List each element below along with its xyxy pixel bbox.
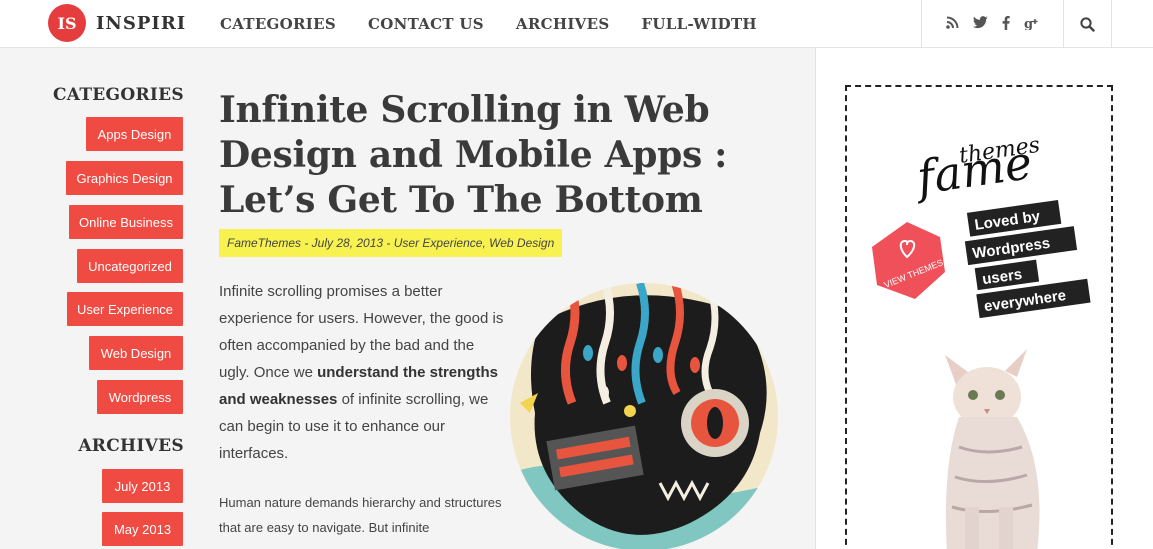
- category-web-design[interactable]: Web Design: [89, 336, 183, 370]
- twitter-icon[interactable]: [972, 16, 988, 32]
- article-illustration: [510, 283, 778, 549]
- category-graphics-design[interactable]: Graphics Design: [66, 161, 183, 195]
- site-logo[interactable]: IS INSPIRI: [48, 4, 186, 42]
- svg-text:g: g: [1024, 17, 1033, 30]
- category-uncategorized[interactable]: Uncategorized: [77, 249, 183, 283]
- archive-july-2013[interactable]: July 2013: [102, 469, 183, 503]
- view-themes-badge[interactable]: VIEW THEMES: [872, 222, 945, 299]
- category-apps-design[interactable]: Apps Design: [86, 117, 183, 151]
- search-icon: [1080, 16, 1095, 32]
- categories-heading: CATEGORIES: [52, 85, 184, 105]
- article-paragraph: Human nature demands hierarchy and struc…: [219, 495, 502, 535]
- article-title[interactable]: Infinite Scrolling in Web Design and Mob…: [219, 88, 779, 223]
- site-header: IS INSPIRI CATEGORIES CONTACT US ARCHIVE…: [0, 0, 1153, 48]
- logo-text: INSPIRI: [96, 12, 187, 34]
- nav-contact-us[interactable]: CONTACT US: [368, 15, 484, 33]
- main-nav: CATEGORIES CONTACT US ARCHIVES FULL-WIDT…: [220, 0, 757, 48]
- nav-full-width[interactable]: FULL-WIDTH: [641, 15, 756, 33]
- sponsor-ad[interactable]: themes fame VIEW THEMES Loved by Wordpre…: [845, 85, 1113, 549]
- category-user-experience[interactable]: User Experience: [67, 292, 183, 326]
- rss-icon[interactable]: [945, 16, 959, 32]
- archives-heading: ARCHIVES: [78, 436, 184, 456]
- ad-brand-large: fame: [911, 135, 1036, 205]
- google-plus-icon[interactable]: g: [1024, 16, 1040, 33]
- article-intro: Infinite scrolling promises a better exp…: [219, 278, 504, 467]
- logo-badge: IS: [48, 4, 86, 42]
- nav-archives[interactable]: ARCHIVES: [516, 15, 610, 33]
- nav-categories[interactable]: CATEGORIES: [220, 15, 336, 33]
- category-wordpress[interactable]: Wordpress: [97, 380, 183, 414]
- article-meta[interactable]: FameThemes - July 28, 2013 - User Experi…: [219, 229, 563, 257]
- facebook-icon[interactable]: [1002, 15, 1010, 33]
- category-online-business[interactable]: Online Business: [69, 205, 183, 239]
- search-button[interactable]: [1064, 0, 1112, 48]
- archive-may-2013[interactable]: May 2013: [102, 512, 183, 546]
- social-links: g: [921, 0, 1064, 48]
- sphynx-cat-photo: [945, 349, 1040, 549]
